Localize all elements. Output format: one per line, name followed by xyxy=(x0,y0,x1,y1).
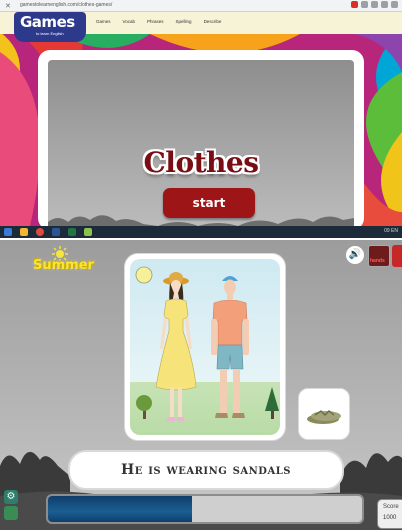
store-icon[interactable] xyxy=(84,228,92,236)
nav-item-vocab[interactable]: Vocab xyxy=(123,19,136,24)
windows-taskbar: 09 EN xyxy=(0,226,402,238)
nav-item-spelling[interactable]: Spelling xyxy=(176,19,192,24)
score-box: Score 1000 xyxy=(377,499,402,529)
word-icon[interactable] xyxy=(52,228,60,236)
site-logo[interactable]: Games to learn English xyxy=(14,12,86,42)
logo-subtitle: to learn English xyxy=(36,31,64,36)
hands-button-label: hands xyxy=(370,258,385,264)
sandals-hint-card[interactable] xyxy=(298,388,350,440)
browser-toolbar-icons xyxy=(351,1,398,8)
extension-icon[interactable] xyxy=(351,1,358,8)
start-menu-icon[interactable] xyxy=(4,228,12,236)
settings-gear-icon[interactable]: ⚙ xyxy=(4,490,18,504)
menu-icon[interactable] xyxy=(391,1,398,8)
game-panel-frame: Clothes start xyxy=(38,50,364,226)
explorer-icon[interactable] xyxy=(20,228,28,236)
bookmark-icon[interactable] xyxy=(361,1,368,8)
star-icon[interactable] xyxy=(381,1,388,8)
logo-title: Games xyxy=(20,13,75,31)
progress-fill xyxy=(48,496,193,522)
url-text[interactable]: gamestolearnenglish.com/clothes-games/ xyxy=(20,2,112,8)
browser-address-bar: ✕ gamestolearnenglish.com/clothes-games/ xyxy=(0,0,402,12)
zoom-icon[interactable] xyxy=(371,1,378,8)
excel-icon[interactable] xyxy=(68,228,76,236)
game-title: Clothes xyxy=(143,146,259,179)
screenshot-root: ✕ gamestolearnenglish.com/clothes-games/ xyxy=(0,0,402,530)
score-value: 1000 xyxy=(383,515,397,521)
theme-label-summer: Summer xyxy=(33,258,94,273)
close-tab-icon[interactable]: ✕ xyxy=(5,1,11,11)
start-button[interactable]: start xyxy=(163,188,255,218)
nav-item-phrases[interactable]: Phrases xyxy=(147,19,164,24)
progress-bar xyxy=(46,494,364,524)
system-tray-text[interactable]: 09 EN xyxy=(384,228,398,234)
pine-tree-icon xyxy=(265,387,279,419)
man-figure xyxy=(211,276,249,418)
score-label: Score xyxy=(383,504,399,510)
game-start-screen: Clothes start xyxy=(48,60,354,226)
nav-item-describe[interactable]: Describe xyxy=(204,19,222,24)
tree-left-icon xyxy=(136,395,152,419)
couple-illustration xyxy=(135,266,279,421)
site-nav-menu: Games Vocab Phrases Spelling Describe xyxy=(96,19,221,24)
woman-figure xyxy=(155,272,197,421)
menu-toggle-icon[interactable] xyxy=(4,506,18,520)
hands-button[interactable]: hands xyxy=(368,245,390,267)
clothes-illustration xyxy=(130,259,280,435)
speaker-icon[interactable]: 🔊 xyxy=(346,246,364,264)
browser-screenshot-top: ✕ gamestolearnenglish.com/clothes-games/ xyxy=(0,0,402,238)
picture-card xyxy=(124,253,286,441)
game-question-screen: Summer 🔊 hands He is wearing sandals ⚙ S… xyxy=(0,240,402,530)
chrome-icon[interactable] xyxy=(36,228,44,236)
nav-item-games[interactable]: Games xyxy=(96,19,111,24)
answer-sentence-button[interactable]: He is wearing sandals xyxy=(68,450,344,490)
sandals-icon xyxy=(307,410,341,424)
side-menu-tab[interactable] xyxy=(392,245,402,267)
game-website: Games Vocab Phrases Spelling Describe Ga… xyxy=(0,12,402,226)
